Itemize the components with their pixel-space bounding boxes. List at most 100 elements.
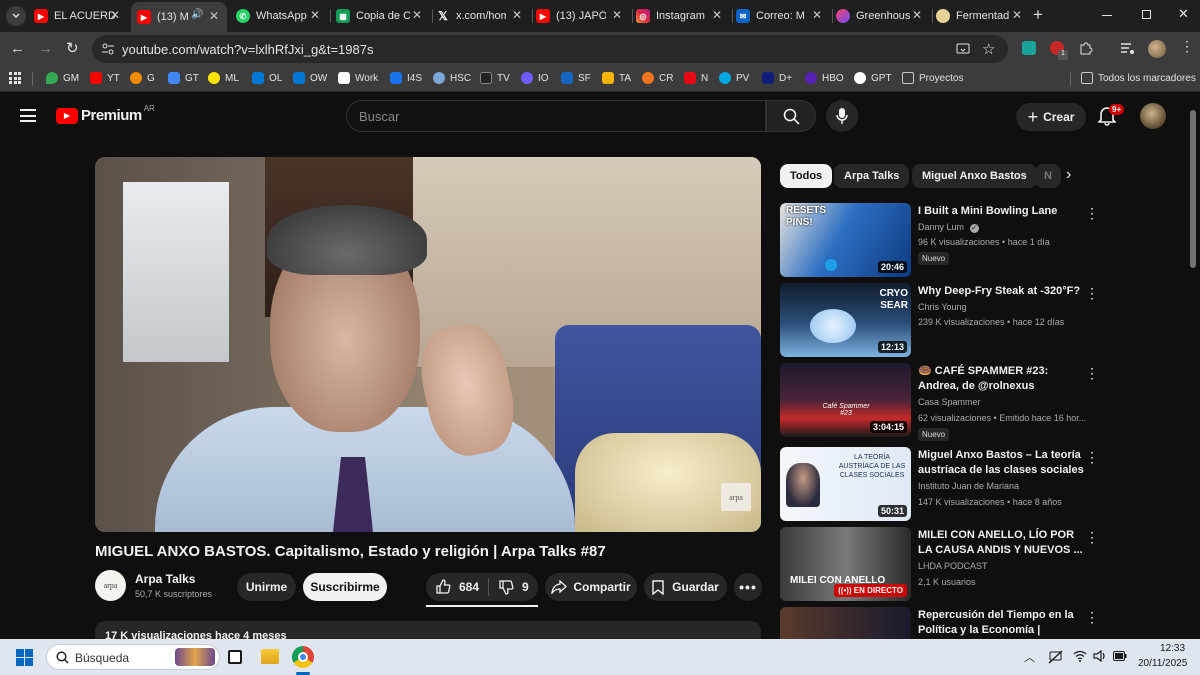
bookmark-star-icon[interactable]: ☆ <box>982 40 995 58</box>
hamburger-menu-icon[interactable] <box>20 109 36 122</box>
tab-whatsapp[interactable]: ✆ WhatsApp ✕ <box>236 4 328 28</box>
chip-arpa-talks[interactable]: Arpa Talks <box>834 164 910 188</box>
tab-instagram[interactable]: ◎ Instagram ✕ <box>636 4 730 28</box>
chip-miguel-anxo-bastos[interactable]: Miguel Anxo Bastos <box>912 164 1037 188</box>
bookmark-ol[interactable]: OL <box>252 72 282 84</box>
battery-icon[interactable] <box>1113 651 1127 661</box>
youtube-logo[interactable]: ▶ Premium AR <box>56 104 155 124</box>
save-button[interactable]: Guardar <box>644 573 727 601</box>
page-scrollbar[interactable] <box>1190 110 1196 268</box>
restore-button[interactable] <box>1142 10 1151 19</box>
video-thumbnail[interactable]: CRYO SEAR 12:13 <box>780 283 911 357</box>
more-vertical-icon[interactable]: ⋮ <box>1085 365 1099 382</box>
bookmark-cr[interactable]: CR <box>642 72 673 84</box>
chevron-up-icon[interactable]: ︿ <box>1024 649 1035 665</box>
volume-icon[interactable] <box>1093 650 1107 662</box>
back-button[interactable]: ← <box>10 40 25 57</box>
create-button[interactable]: + Crear <box>1016 103 1086 131</box>
dislike-button[interactable]: 9 <box>489 573 537 601</box>
extensions-puzzle-icon[interactable] <box>1078 41 1093 56</box>
network-off-icon[interactable] <box>1048 650 1063 664</box>
close-icon[interactable]: ✕ <box>110 8 120 22</box>
video-thumbnail[interactable]: Café Spammer #23 3:04:15 <box>780 363 911 437</box>
taskbar-search[interactable]: Búsqueda <box>46 644 220 670</box>
bookmark-tv[interactable]: TV <box>480 72 510 84</box>
tab-x-com[interactable]: 𝕏 x.com/hom ✕ <box>436 4 530 28</box>
reload-button[interactable]: ↻ <box>66 39 79 57</box>
join-button[interactable]: Unirme <box>237 573 296 601</box>
speaker-icon[interactable]: 🔊 <box>191 9 203 20</box>
recommendation-channel[interactable]: Chris Young <box>918 302 967 312</box>
bookmark-proyectos[interactable]: Proyectos <box>902 72 963 84</box>
windows-start-icon[interactable] <box>16 649 33 666</box>
more-vertical-icon[interactable]: ⋮ <box>1085 205 1099 222</box>
recommendation-channel[interactable]: LHDA PODCAST <box>918 561 988 571</box>
chip-next[interactable]: N <box>1035 164 1061 188</box>
subscribe-button[interactable]: Suscribirme <box>303 573 387 601</box>
recommendation-item[interactable]: Repercusión del Tiempo en la Política y … <box>780 607 1100 639</box>
address-bar[interactable]: youtube.com/watch?v=lxlhRfJxi_g&t=1987s … <box>92 35 1008 63</box>
clock-date[interactable]: 20/11/2025 <box>1138 658 1187 669</box>
chrome-menu-icon[interactable]: ⋮ <box>1180 38 1194 55</box>
bookmark-hbo[interactable]: HBO <box>805 72 844 84</box>
tab-fermentados[interactable]: Fermentad ✕ <box>936 4 1030 28</box>
tab-correo[interactable]: ✉ Correo: M ✕ <box>736 4 830 28</box>
file-explorer-icon[interactable] <box>261 649 279 664</box>
bookmark-hsc[interactable]: HSC <box>433 72 471 84</box>
bookmark-g[interactable]: G <box>130 72 155 84</box>
chevron-right-icon[interactable]: › <box>1066 166 1071 184</box>
close-icon[interactable]: ✕ <box>209 9 219 23</box>
bookmark-n[interactable]: N <box>684 72 708 84</box>
all-bookmarks[interactable]: Todos los marcadores <box>1081 72 1196 84</box>
bookmark-gt[interactable]: GT <box>168 72 199 84</box>
extension-icon[interactable] <box>1022 41 1036 55</box>
bookmark-gpt[interactable]: GPT <box>854 72 892 84</box>
close-icon[interactable]: ✕ <box>412 8 422 22</box>
more-vertical-icon[interactable]: ⋮ <box>1085 449 1099 466</box>
forward-button[interactable]: → <box>38 40 53 57</box>
tab-el-acuerdo[interactable]: ▶ EL ACUERD ✕ <box>34 4 128 28</box>
tab-sheets[interactable]: ▦ Copia de C ✕ <box>336 4 430 28</box>
profile-avatar[interactable] <box>1148 40 1166 58</box>
recommendation-item[interactable]: MILEI CON ANELLO ((•)) EN DIRECTO MILEI … <box>780 527 1100 601</box>
media-control-icon[interactable] <box>1120 42 1135 55</box>
recommendation-item[interactable]: LA TEORÍA AUSTRÍACA DE LAS CLASES SOCIAL… <box>780 447 1100 521</box>
minimize-button[interactable] <box>1102 15 1112 16</box>
search-button[interactable] <box>766 100 816 132</box>
more-vertical-icon[interactable]: ⋮ <box>1085 529 1099 546</box>
channel-name[interactable]: Arpa Talks <box>135 572 195 586</box>
video-thumbnail[interactable] <box>780 607 911 639</box>
bookmark-sf[interactable]: SF <box>561 72 591 84</box>
video-thumbnail[interactable]: LA TEORÍA AUSTRÍACA DE LAS CLASES SOCIAL… <box>780 447 911 521</box>
cast-install-icon[interactable] <box>956 42 970 56</box>
site-info-icon[interactable] <box>101 42 115 56</box>
tab-greenhouse[interactable]: Greenhous ✕ <box>836 4 930 28</box>
account-avatar[interactable] <box>1140 103 1166 129</box>
bookmark-gm[interactable]: GM <box>46 72 79 84</box>
wifi-icon[interactable] <box>1073 650 1087 662</box>
voice-search-button[interactable] <box>826 100 858 132</box>
recommendation-item[interactable]: Café Spammer #23 3:04:15 🍩 CAFÉ SPAMMER … <box>780 363 1100 441</box>
bookmark-work[interactable]: Work <box>338 72 378 84</box>
bookmark-pv[interactable]: PV <box>719 72 749 84</box>
bookmark-ow[interactable]: OW <box>293 72 327 84</box>
video-thumbnail[interactable]: RESETS PINS! 20:46 <box>780 203 911 277</box>
close-icon[interactable]: ✕ <box>612 8 622 22</box>
chrome-taskbar-icon[interactable] <box>292 646 314 668</box>
like-button[interactable]: 684 <box>426 573 488 601</box>
chip-todos[interactable]: Todos <box>780 164 833 188</box>
clock-time[interactable]: 12:33 <box>1160 643 1185 654</box>
close-icon[interactable]: ✕ <box>310 8 320 22</box>
recommendation-channel[interactable]: Casa Spammer <box>918 397 981 407</box>
close-icon[interactable]: ✕ <box>812 8 822 22</box>
tab-japon[interactable]: ▶ (13) JAPÓN ✕ <box>536 4 630 28</box>
recommendation-channel[interactable]: Instituto Juan de Mariana <box>918 481 1019 491</box>
more-vertical-icon[interactable]: ⋮ <box>1085 285 1099 302</box>
recommendation-channel[interactable]: Danny Lum ✓ <box>918 222 979 233</box>
recommendation-item[interactable]: CRYO SEAR 12:13 Why Deep-Fry Steak at -3… <box>780 283 1100 357</box>
bookmark-i4s[interactable]: I4S <box>390 72 422 84</box>
apps-grid-icon[interactable] <box>9 72 21 84</box>
close-icon[interactable]: ✕ <box>1012 8 1022 22</box>
channel-avatar[interactable]: arpa <box>95 570 126 601</box>
share-button[interactable]: Compartir <box>545 573 637 601</box>
